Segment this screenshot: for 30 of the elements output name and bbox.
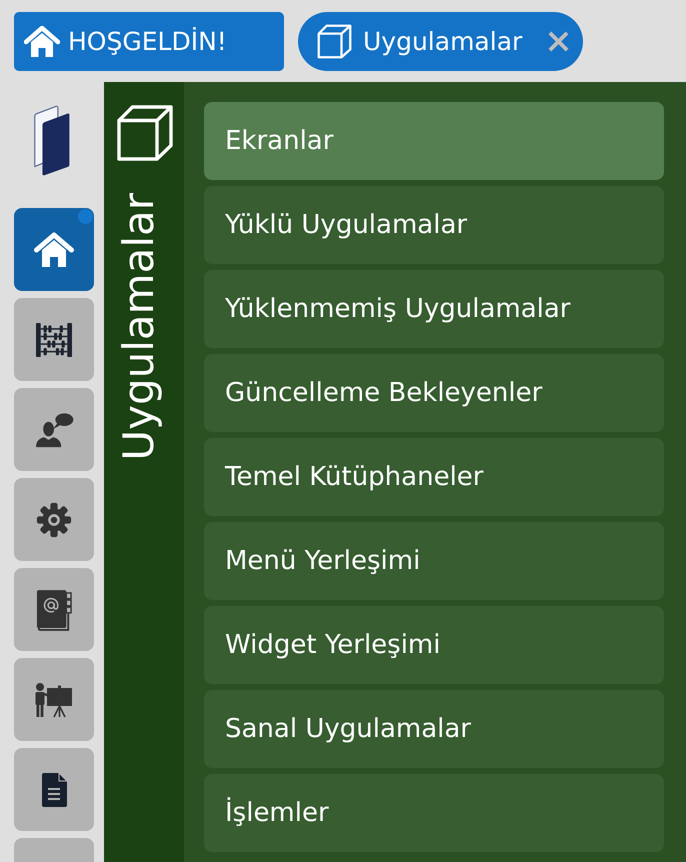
abacus-icon [34, 322, 74, 358]
sidebar-button[interactable] [14, 658, 94, 741]
gear-icon [36, 502, 72, 538]
menu-item[interactable]: Güncelleme Bekleyenler [204, 354, 664, 432]
menu-item[interactable]: Temel Kütüphaneler [204, 438, 664, 516]
house-icon [34, 232, 74, 268]
menu-item[interactable]: Menü Yerleşimi [204, 522, 664, 600]
sidebar-button[interactable] [14, 478, 94, 561]
sidebar-button[interactable] [14, 388, 94, 471]
sidebar-button[interactable] [14, 568, 94, 651]
menu-item[interactable]: İşlemler [204, 774, 664, 852]
menu-item[interactable]: Yüklü Uygulamalar [204, 186, 664, 264]
close-icon[interactable] [548, 31, 569, 52]
sidebar-button[interactable] [14, 748, 94, 831]
person-speech-icon [34, 412, 74, 448]
presenter-icon [34, 682, 74, 718]
sidebar-button[interactable] [14, 208, 94, 291]
menu-item[interactable]: Ekranlar [204, 102, 664, 180]
house-icon [24, 26, 60, 58]
panel-title: Uygulamalar [118, 193, 160, 461]
cube-icon [317, 24, 352, 59]
document-icon [40, 772, 68, 808]
address-book-icon [36, 588, 72, 630]
welcome-button[interactable]: HOŞGELDİN! [14, 12, 284, 71]
tab[interactable]: Uygulamalar [298, 12, 583, 71]
cube-icon [117, 105, 173, 161]
menu-item[interactable]: Sanal Uygulamalar [204, 690, 664, 768]
sidebar-button[interactable] [14, 298, 94, 381]
menu-item[interactable]: Widget Yerleşimi [204, 606, 664, 684]
menu-item[interactable]: Yüklenmemiş Uygulamalar [204, 270, 664, 348]
